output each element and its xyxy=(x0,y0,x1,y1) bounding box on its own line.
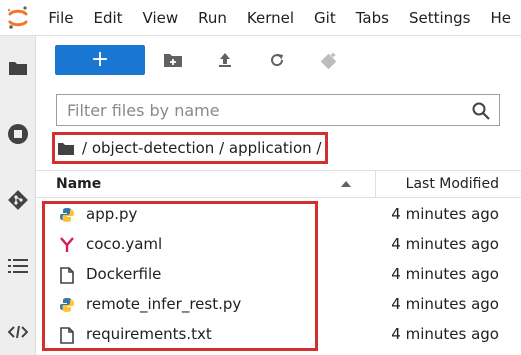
menu-view[interactable]: View xyxy=(133,0,189,36)
activity-bar xyxy=(0,36,36,355)
git-clone-icon[interactable] xyxy=(318,49,340,71)
column-divider[interactable] xyxy=(375,171,376,198)
last-modified-column-header[interactable]: Last Modified xyxy=(406,176,499,192)
git-icon[interactable] xyxy=(0,184,36,216)
new-folder-icon[interactable] xyxy=(162,49,184,71)
file-browser-toolbar: + xyxy=(36,36,521,86)
jupyter-logo-icon[interactable] xyxy=(0,0,35,36)
menu-settings[interactable]: Settings xyxy=(399,0,481,36)
new-launcher-button[interactable]: + xyxy=(55,45,145,75)
listing-header: Name Last Modified xyxy=(36,170,521,198)
folder-icon[interactable] xyxy=(0,52,36,84)
menu-edit[interactable]: Edit xyxy=(83,0,132,36)
file-list-highlight xyxy=(42,201,318,351)
file-modified: 4 minutes ago xyxy=(391,205,499,223)
name-column-header[interactable]: Name xyxy=(56,176,101,192)
menu-help[interactable]: He xyxy=(480,0,521,36)
refresh-icon[interactable] xyxy=(266,49,288,71)
filter-box xyxy=(56,94,500,126)
code-icon[interactable] xyxy=(0,316,36,348)
home-folder-icon[interactable] xyxy=(58,142,74,155)
menu-bar: File Edit View Run Kernel Git Tabs Setti… xyxy=(0,0,521,36)
breadcrumb-path[interactable]: / object-detection / application / xyxy=(82,139,321,157)
search-icon xyxy=(472,102,490,120)
menu-kernel[interactable]: Kernel xyxy=(237,0,304,36)
file-modified: 4 minutes ago xyxy=(391,325,499,343)
file-modified: 4 minutes ago xyxy=(391,295,499,313)
filter-input[interactable] xyxy=(57,95,457,125)
file-modified: 4 minutes ago xyxy=(391,265,499,283)
stop-circle-icon[interactable] xyxy=(0,118,36,150)
menu-run[interactable]: Run xyxy=(188,0,237,36)
upload-icon[interactable] xyxy=(214,49,236,71)
menu-git[interactable]: Git xyxy=(304,0,346,36)
sort-ascending-icon xyxy=(341,181,351,187)
list-icon[interactable] xyxy=(0,250,36,282)
menu-tabs[interactable]: Tabs xyxy=(346,0,399,36)
file-modified: 4 minutes ago xyxy=(391,235,499,253)
breadcrumb: / object-detection / application / xyxy=(58,136,321,160)
menu-file[interactable]: File xyxy=(35,0,83,36)
